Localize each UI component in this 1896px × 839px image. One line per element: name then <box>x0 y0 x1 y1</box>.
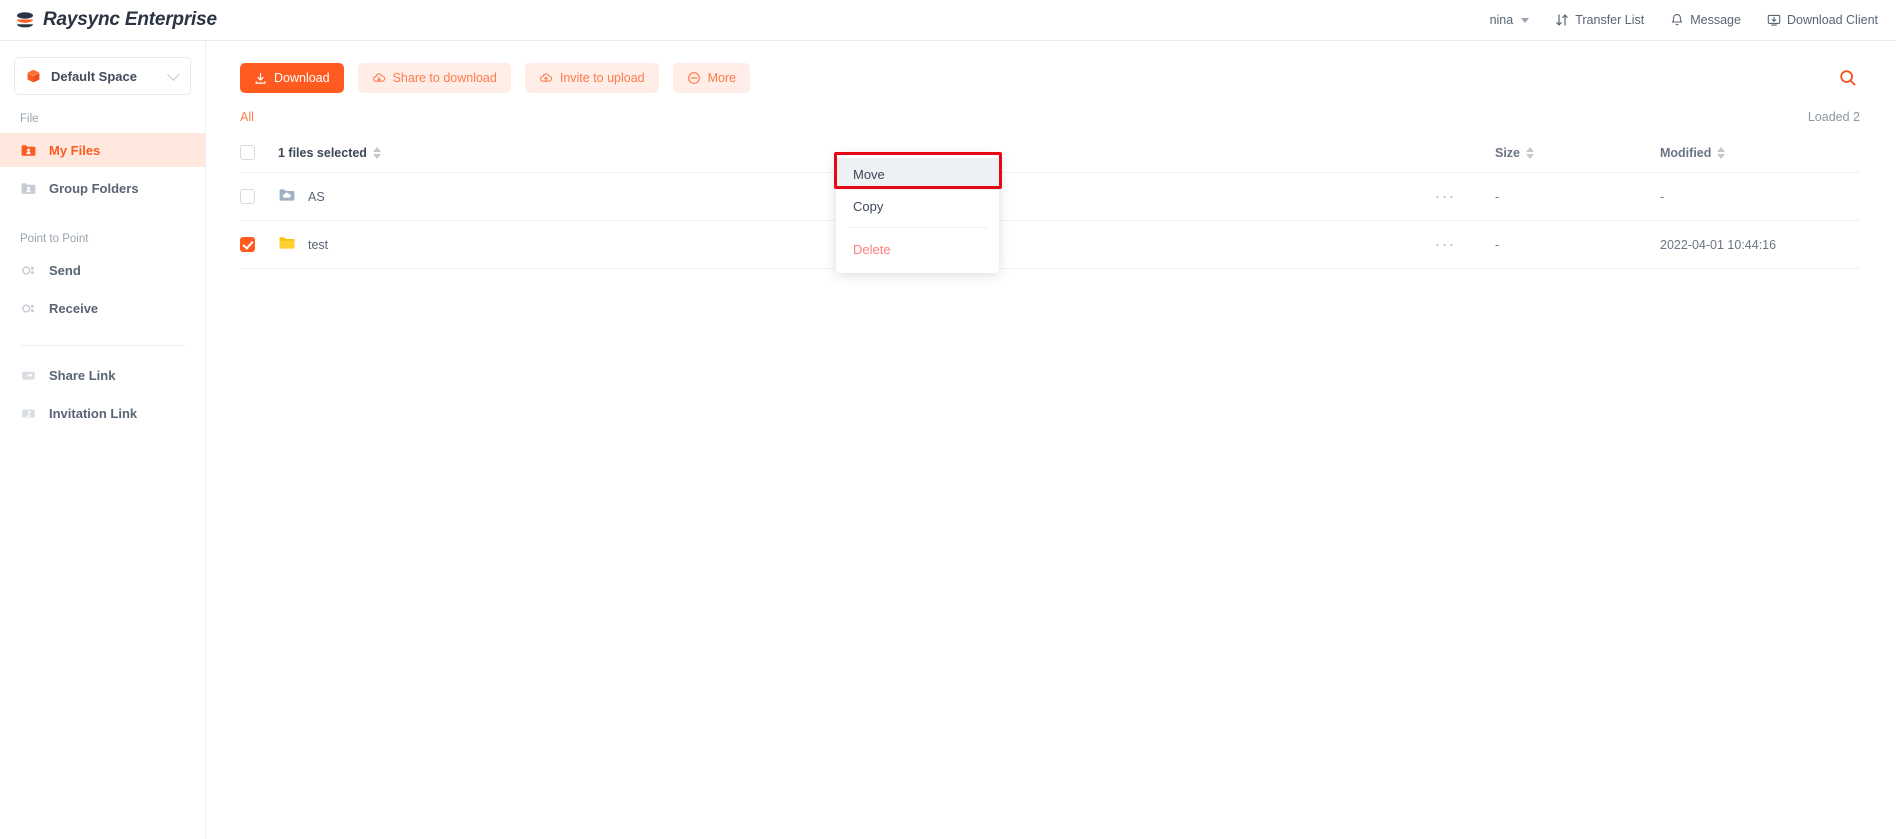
menu-item-move[interactable]: Move <box>836 158 999 190</box>
cube-icon <box>25 68 42 85</box>
header-size-label: Size <box>1495 145 1521 160</box>
table-row[interactable]: AS ··· - - <box>240 173 1860 221</box>
transfer-arrows-icon <box>1555 13 1569 27</box>
sidebar-item-receive[interactable]: Receive <box>0 291 205 325</box>
header-size-sort[interactable]: Size <box>1495 145 1535 160</box>
sidebar-item-my-files[interactable]: My Files <box>0 133 205 167</box>
monitor-download-icon <box>1767 13 1781 27</box>
row-select-cell <box>240 237 278 252</box>
minus-circle-icon <box>687 71 701 85</box>
row-name-label: AS <box>308 189 325 204</box>
menu-separator <box>848 227 987 228</box>
header-name-sort[interactable]: 1 files selected <box>278 146 381 160</box>
nav-transfer-list-label: Transfer List <box>1575 13 1645 27</box>
share-to-download-label: Share to download <box>392 71 497 85</box>
file-table: 1 files selected Size Modified AS ··· - … <box>206 133 1896 269</box>
app-header: Raysync Enterprise nina Transfer List Me… <box>0 0 1896 41</box>
sidebar-item-send[interactable]: Send <box>0 253 205 287</box>
sidebar: Default Space File My Files Group Folder… <box>0 41 206 839</box>
chevron-down-icon <box>167 67 180 81</box>
ellipsis-icon[interactable]: ··· <box>1435 188 1495 205</box>
user-name: nina <box>1489 13 1514 27</box>
action-toolbar: Download Share to download Invite to upl… <box>206 41 1896 93</box>
bell-icon <box>1670 13 1684 27</box>
header-modified-cell: Modified <box>1660 146 1860 160</box>
sort-arrows-icon <box>372 146 381 159</box>
select-all-cell <box>240 145 278 160</box>
nav-transfer-list[interactable]: Transfer List <box>1555 13 1644 27</box>
cloud-up-icon <box>539 71 553 85</box>
table-row[interactable]: test ··· - 2022-04-01 10:44:16 <box>240 221 1860 269</box>
ellipsis-icon[interactable]: ··· <box>1435 236 1495 253</box>
more-button-label: More <box>707 71 737 85</box>
user-menu[interactable]: nina <box>1490 13 1530 27</box>
row-size: - <box>1495 189 1500 204</box>
header-modified-label: Modified <box>1660 145 1712 160</box>
header-nav: nina Transfer List Message Download Clie… <box>1490 13 1878 27</box>
table-header-row: 1 files selected Size Modified <box>240 133 1860 173</box>
sort-arrows-icon <box>1526 146 1535 159</box>
invitation-link-icon <box>20 405 37 422</box>
sidebar-section-p2p-label: Point to Point <box>20 233 89 245</box>
sidebar-item-receive-label: Receive <box>49 300 99 316</box>
invite-to-upload-button[interactable]: Invite to upload <box>524 63 659 93</box>
sidebar-divider <box>20 345 185 346</box>
row-name-label: test <box>308 237 329 252</box>
menu-item-delete[interactable]: Delete <box>836 233 999 265</box>
download-button[interactable]: Download <box>240 63 344 93</box>
folder-group-icon <box>20 180 37 197</box>
sidebar-item-send-label: Send <box>49 262 81 278</box>
share-to-download-button[interactable]: Share to download <box>357 63 511 93</box>
download-button-label: Download <box>274 71 330 85</box>
more-button[interactable]: More <box>672 63 751 93</box>
more-dropdown-menu: Move Copy Delete <box>836 154 999 273</box>
sidebar-item-my-files-label: My Files <box>49 142 101 158</box>
brand-title: Raysync Enterprise <box>43 9 217 30</box>
download-icon <box>254 72 267 85</box>
folder-user-icon <box>20 142 37 159</box>
search-icon[interactable] <box>1836 66 1860 90</box>
row-checkbox[interactable] <box>240 237 255 252</box>
header-modified-sort[interactable]: Modified <box>1660 145 1726 160</box>
row-modified: - <box>1660 189 1665 204</box>
chevron-down-icon <box>1521 17 1530 23</box>
space-selector[interactable]: Default Space <box>14 57 191 95</box>
space-name: Default Space <box>51 68 137 84</box>
raysync-stack-icon <box>14 9 36 31</box>
sidebar-item-share-link-label: Share Link <box>49 367 116 383</box>
filter-bar: All Loaded 2 <box>206 93 1896 127</box>
cloud-folder-icon <box>278 186 296 207</box>
loaded-count: Loaded 2 <box>1807 110 1860 124</box>
folder-icon <box>278 234 296 255</box>
share-link-icon <box>20 367 37 384</box>
sidebar-item-group-folders-label: Group Folders <box>49 180 139 196</box>
nav-message[interactable]: Message <box>1670 13 1741 27</box>
send-node-icon <box>20 262 37 279</box>
nav-message-label: Message <box>1690 13 1741 27</box>
row-checkbox[interactable] <box>240 189 255 204</box>
row-select-cell <box>240 189 278 204</box>
nav-download-client[interactable]: Download Client <box>1767 13 1878 27</box>
header-name-label: 1 files selected <box>278 145 367 160</box>
receive-node-icon <box>20 300 37 317</box>
nav-download-client-label: Download Client <box>1786 13 1878 27</box>
row-size: - <box>1495 237 1500 252</box>
main-content: Download Share to download Invite to upl… <box>206 41 1896 839</box>
sidebar-item-share-link[interactable]: Share Link <box>0 358 205 392</box>
select-all-checkbox[interactable] <box>240 145 255 160</box>
sidebar-item-group-folders[interactable]: Group Folders <box>0 171 205 205</box>
menu-item-copy[interactable]: Copy <box>836 190 999 222</box>
sidebar-section-file-label: File <box>20 113 39 125</box>
cloud-down-icon <box>372 71 386 85</box>
sidebar-item-invitation-link[interactable]: Invitation Link <box>0 396 205 430</box>
sort-arrows-icon <box>1717 146 1726 159</box>
row-modified: 2022-04-01 10:44:16 <box>1660 237 1777 252</box>
filter-all[interactable]: All <box>240 110 254 124</box>
brand: Raysync Enterprise <box>14 9 217 31</box>
invite-to-upload-label: Invite to upload <box>559 71 645 85</box>
header-size-cell: Size <box>1495 146 1660 160</box>
sidebar-item-invitation-link-label: Invitation Link <box>49 405 138 421</box>
